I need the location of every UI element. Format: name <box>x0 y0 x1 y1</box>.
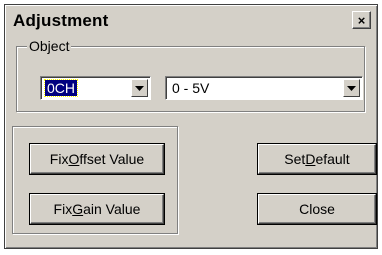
range-select[interactable]: 0 - 5V <box>165 76 363 100</box>
set-default-button[interactable]: Set Default <box>258 144 376 174</box>
close-icon[interactable]: × <box>352 11 371 29</box>
fix-gain-accelerator: G <box>72 201 84 217</box>
range-select-value: 0 - 5V <box>172 80 210 96</box>
set-default-label-pre: Set <box>284 151 306 167</box>
fix-gain-value-button[interactable]: Fix Gain Value <box>30 194 164 224</box>
set-default-accelerator: D <box>305 151 316 167</box>
chevron-down-icon[interactable] <box>131 79 148 97</box>
close-button[interactable]: Close <box>258 194 376 224</box>
fix-offset-accelerator: O <box>68 151 80 167</box>
set-default-label-post: efault <box>315 151 350 167</box>
title-bar: Adjustment × <box>7 7 375 35</box>
fix-offset-label-pre: Fix <box>49 151 69 167</box>
chevron-down-icon[interactable] <box>343 79 360 97</box>
channel-select[interactable]: 0CH <box>40 76 151 100</box>
object-group-label: Object <box>27 38 72 54</box>
window-title: Adjustment <box>13 11 109 30</box>
fix-gain-label-pre: Fix <box>53 201 73 217</box>
fix-offset-value-button[interactable]: Fix Offset Value <box>30 144 164 174</box>
channel-select-value: 0CH <box>43 79 79 97</box>
close-button-label: Close <box>299 201 335 217</box>
fix-gain-label-post: ain Value <box>83 201 141 217</box>
fix-offset-label-post: ffset Value <box>79 151 145 167</box>
